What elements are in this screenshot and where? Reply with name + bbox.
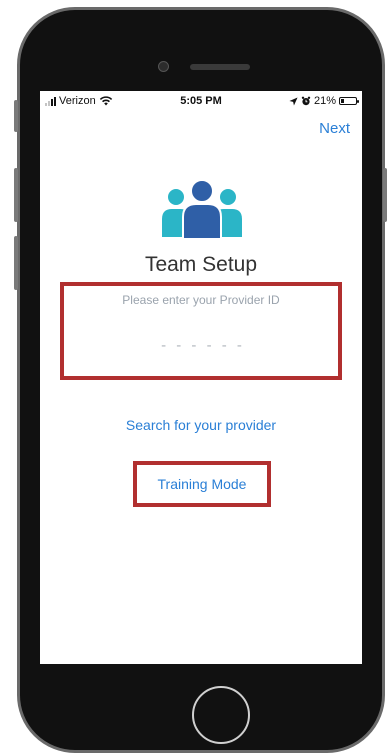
status-bar: Verizon 5:05 PM 21%	[40, 91, 362, 111]
provider-id-label: Please enter your Provider ID	[122, 293, 280, 307]
page-title: Team Setup	[144, 253, 258, 276]
earpiece-speaker	[190, 64, 250, 70]
mute-switch	[14, 100, 18, 132]
battery-percent: 21%	[313, 95, 336, 107]
front-camera	[158, 61, 169, 72]
training-mode-box: Training Mode	[133, 461, 271, 507]
search-provider-link[interactable]: Search for your provider	[40, 417, 362, 433]
location-icon	[289, 96, 298, 106]
status-right: 21%	[289, 95, 359, 107]
training-mode-link[interactable]: Training Mode	[158, 476, 247, 492]
app-screen: Verizon 5:05 PM 21% Next Team Setup Plea…	[40, 91, 362, 664]
provider-id-input[interactable]	[84, 332, 322, 358]
alarm-icon	[301, 96, 311, 106]
provider-id-box: Please enter your Provider ID	[60, 282, 342, 380]
team-icon	[162, 179, 242, 240]
power-button	[383, 168, 387, 222]
next-button[interactable]: Next	[319, 120, 350, 137]
home-button[interactable]	[192, 686, 250, 744]
volume-down-button	[14, 236, 18, 290]
battery-icon	[339, 97, 359, 105]
volume-up-button	[14, 168, 18, 222]
